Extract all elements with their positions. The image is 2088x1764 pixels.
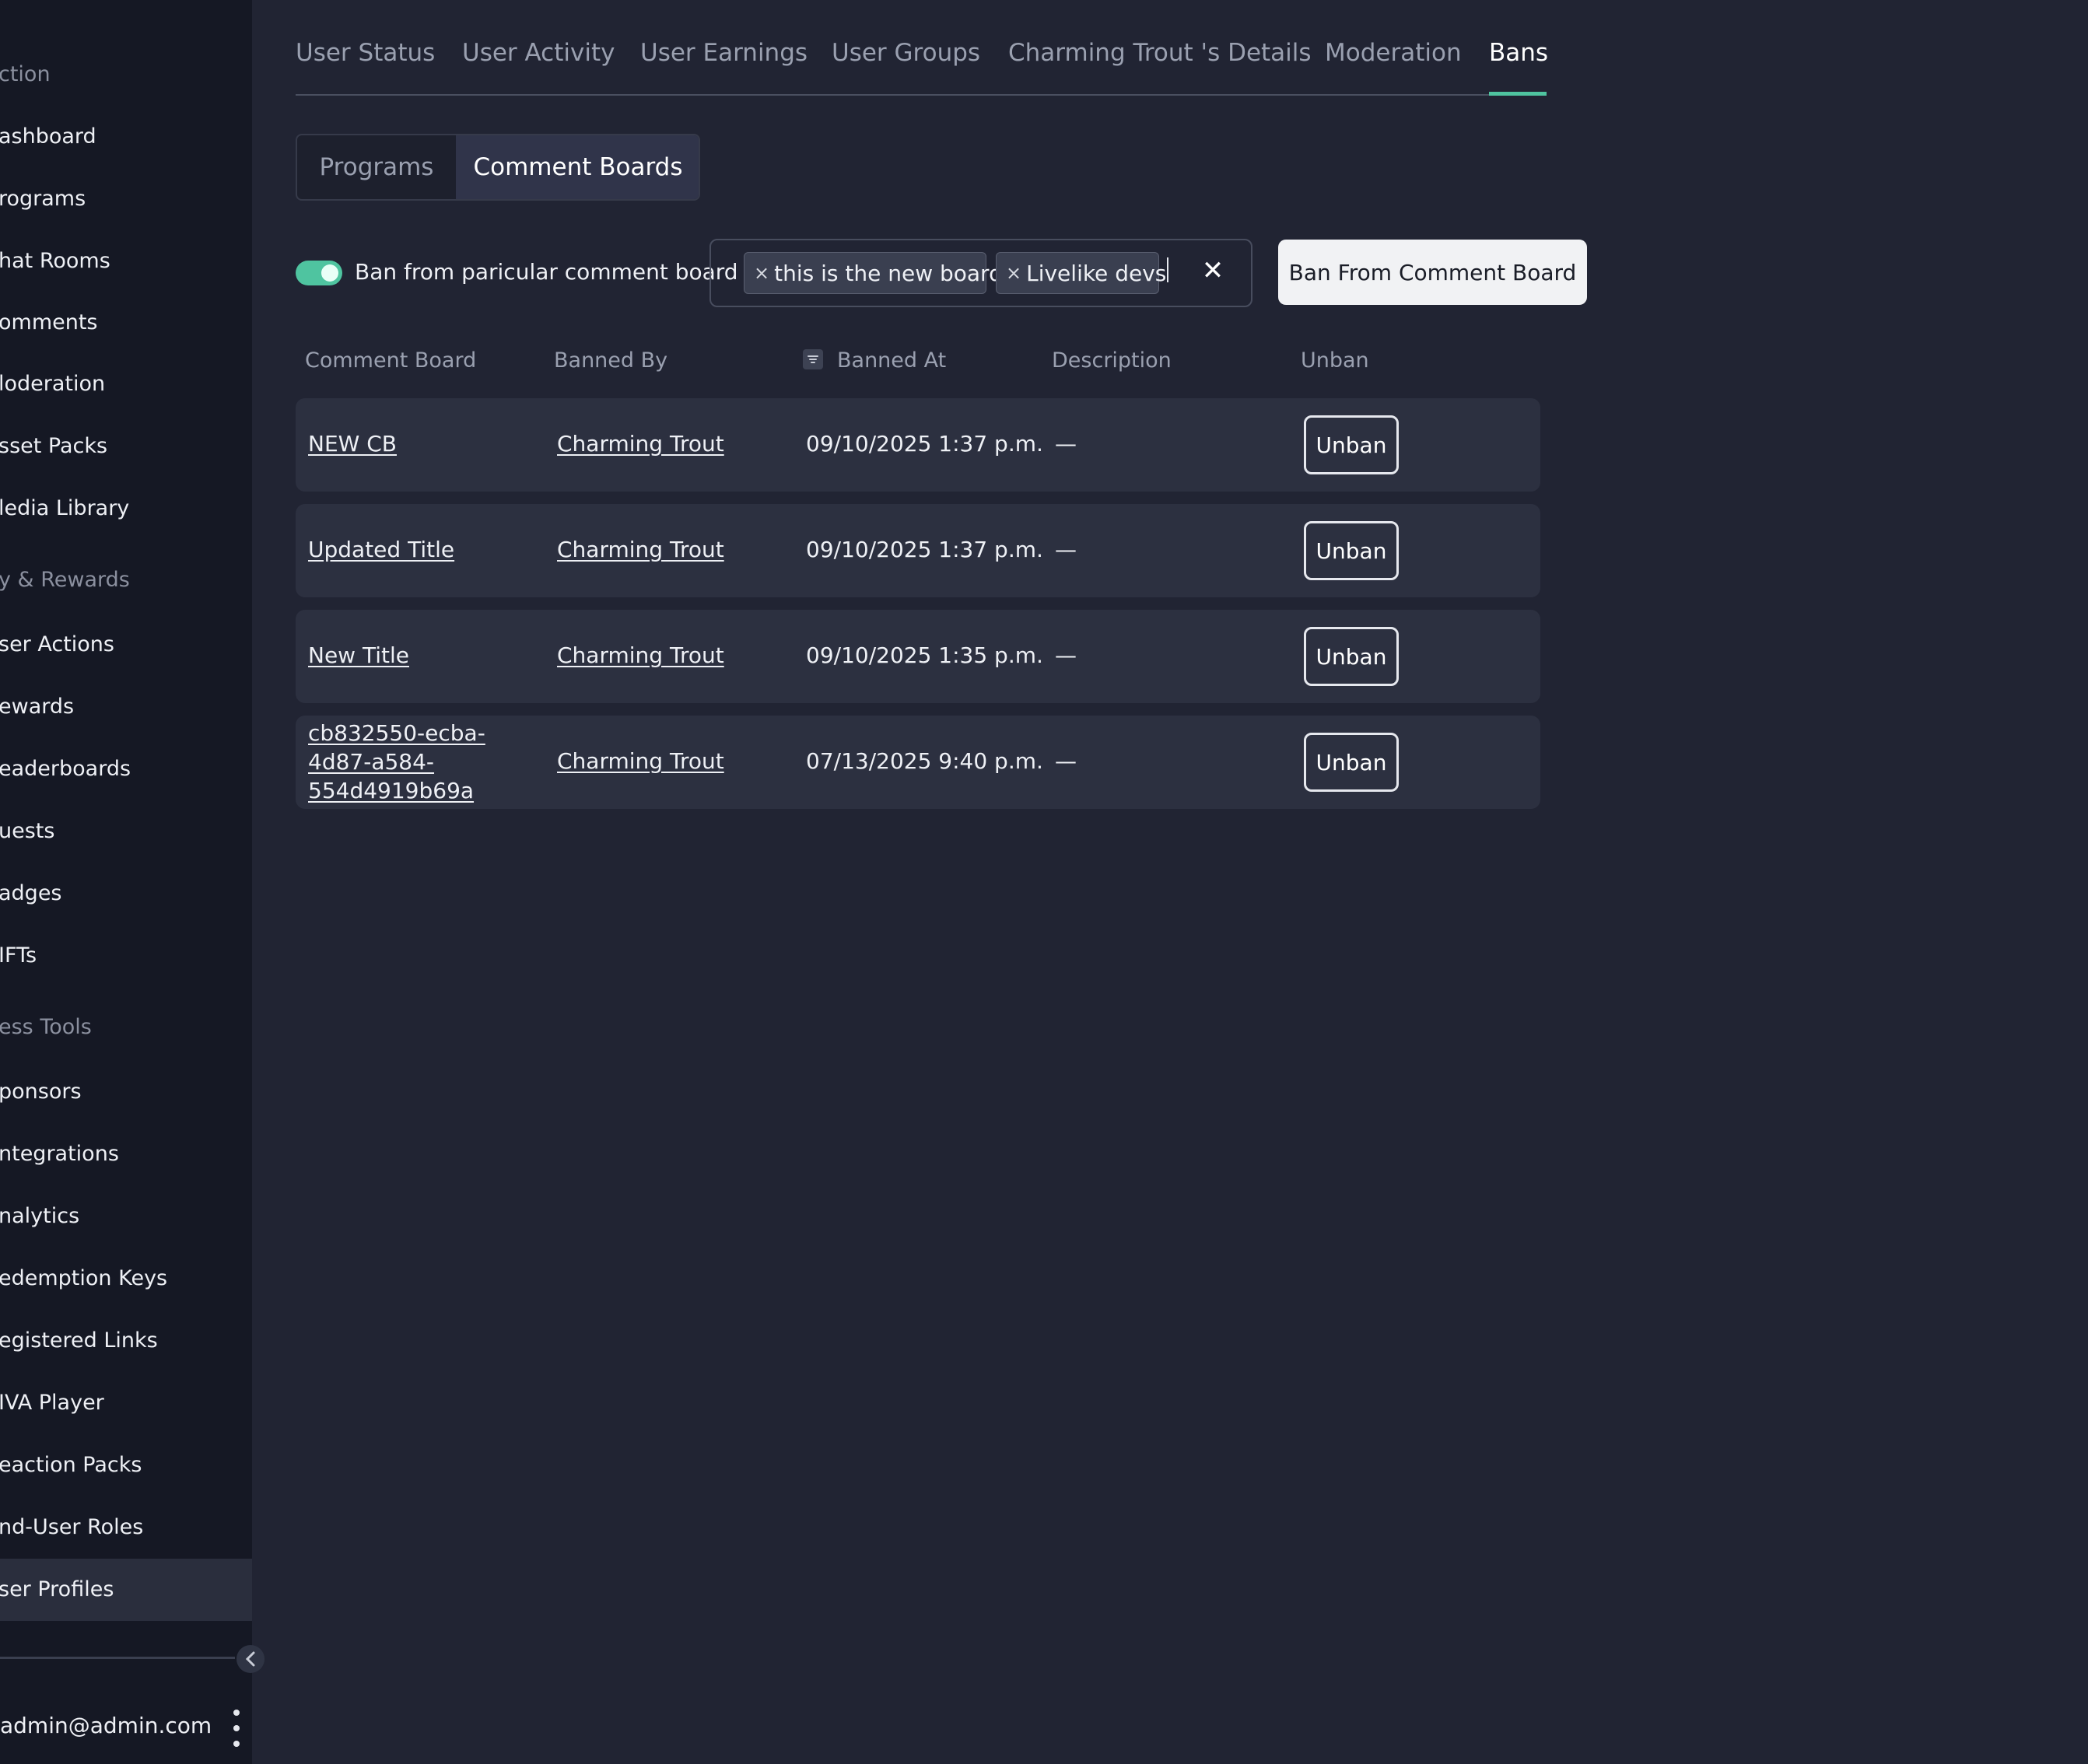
banned-by-link[interactable]: Charming Trout [557,537,724,562]
ban-type-segmented-control: Programs Comment Boards [296,134,700,201]
remove-chip-icon[interactable]: × [754,262,769,284]
banned-by-link[interactable]: Charming Trout [557,642,724,668]
description-value: — [1055,537,1077,562]
tab-moderation[interactable]: Moderation [1325,39,1462,67]
ban-from-comment-board-button[interactable]: Ban From Comment Board [1278,240,1587,305]
sidebar-item-user-profiles[interactable]: ser Profiles [0,1577,114,1601]
sidebar-item-dashboard[interactable]: ashboard [0,124,96,149]
sidebar-section-heading: ction [0,62,51,86]
collapse-sidebar-button[interactable] [236,1645,265,1673]
selected-board-chip: × Livelike devs [996,252,1166,294]
sidebar-item-badges[interactable]: adges [0,881,62,905]
sidebar-item-nfts[interactable]: IFTs [0,943,37,968]
unban-button[interactable]: Unban [1304,733,1399,792]
banned-at-value: 09/10/2025 1:37 p.m. [806,537,1043,562]
comment-board-link[interactable]: Updated Title [308,537,454,562]
banned-at-value: 07/13/2025 9:40 p.m. [806,748,1043,774]
sidebar-item-integrations[interactable]: ntegrations [0,1142,119,1166]
tabs-divider [296,94,1547,96]
sidebar-item-analytics[interactable]: nalytics [0,1204,79,1228]
filter-icon[interactable] [803,349,823,369]
sidebar-item-end-user-roles[interactable]: nd-User Roles [0,1515,143,1539]
banned-by-link[interactable]: Charming Trout [557,431,724,457]
tab-user-details[interactable]: Charming Trout 's Details [1008,39,1312,67]
comment-board-link[interactable]: NEW CB [308,431,397,457]
segment-comment-boards[interactable]: Comment Boards [456,135,699,199]
table-row: New Title Charming Trout 09/10/2025 1:35… [296,610,1540,703]
ban-particular-board-toggle[interactable] [296,261,342,285]
sidebar: ction ashboard rograms hat Rooms omments… [0,0,252,1764]
tab-user-earnings[interactable]: User Earnings [640,39,808,67]
toggle-knob [321,264,338,282]
tab-user-status[interactable]: User Status [296,39,435,67]
sidebar-item-registered-links[interactable]: egistered Links [0,1328,158,1353]
chevron-left-icon [245,1651,255,1667]
sidebar-divider [0,1657,235,1659]
description-value: — [1055,431,1077,457]
sidebar-item-sponsors[interactable]: ponsors [0,1080,82,1104]
column-header-banned-by: Banned By [554,348,668,373]
sidebar-item-user-actions[interactable]: ser Actions [0,632,114,656]
comment-board-select[interactable]: × this is the new board × Livelike devs … [709,239,1252,307]
sidebar-item-leaderboards[interactable]: eaderboards [0,757,131,781]
text-cursor [1167,257,1168,282]
table-row: Updated Title Charming Trout 09/10/2025 … [296,504,1540,597]
ban-toggle-label: Ban from paricular comment board [355,259,738,285]
sidebar-item-programs[interactable]: rograms [0,187,86,211]
selected-board-chip: × this is the new board [744,252,1003,294]
unban-button[interactable]: Unban [1304,415,1399,474]
clear-selection-icon[interactable]: ✕ [1193,251,1232,290]
sidebar-item-player[interactable]: IVA Player [0,1391,104,1415]
segment-programs[interactable]: Programs [297,135,456,199]
active-tab-indicator [1489,92,1547,96]
chip-label: this is the new board [774,260,1003,286]
table-row: cb832550-ecba-4d87-a584-554d4919b69a Cha… [296,716,1540,809]
sidebar-item-rewards[interactable]: ewards [0,695,74,719]
unban-button[interactable]: Unban [1304,521,1399,580]
more-options-icon[interactable] [229,1710,244,1747]
sidebar-item-comments[interactable]: omments [0,310,98,334]
banned-at-value: 09/10/2025 1:37 p.m. [806,431,1043,457]
banned-by-link[interactable]: Charming Trout [557,748,724,774]
sidebar-item-reaction-packs[interactable]: eaction Packs [0,1453,142,1477]
remove-chip-icon[interactable]: × [1006,262,1021,284]
filter-lines-icon [808,355,818,363]
description-value: — [1055,748,1077,774]
user-email: admin@admin.com [0,1713,212,1738]
table-row: NEW CB Charming Trout 09/10/2025 1:37 p.… [296,398,1540,492]
tab-bans[interactable]: Bans [1489,39,1548,67]
sidebar-item-redemption-keys[interactable]: edemption Keys [0,1266,167,1290]
banned-at-value: 09/10/2025 1:35 p.m. [806,642,1043,668]
column-header-banned-at[interactable]: Banned At [837,348,946,373]
chip-label: Livelike devs [1026,260,1167,286]
sidebar-item-asset-packs[interactable]: sset Packs [0,434,107,458]
column-header-unban: Unban [1301,348,1369,373]
sidebar-item-media-library[interactable]: ledia Library [0,496,129,520]
comment-board-link[interactable]: New Title [308,642,409,668]
column-header-description: Description [1052,348,1172,373]
description-value: — [1055,642,1077,668]
column-header-comment-board: Comment Board [305,348,477,373]
tab-user-groups[interactable]: User Groups [832,39,980,67]
tab-user-activity[interactable]: User Activity [462,39,615,67]
sidebar-item-chat-rooms[interactable]: hat Rooms [0,249,110,273]
sidebar-section-heading: y & Rewards [0,568,130,592]
sidebar-item-moderation[interactable]: loderation [0,372,105,396]
unban-button[interactable]: Unban [1304,627,1399,686]
comment-board-link[interactable]: cb832550-ecba-4d87-a584-554d4919b69a [308,719,492,805]
sidebar-section-heading: ess Tools [0,1015,92,1039]
sidebar-item-quests[interactable]: uests [0,819,54,843]
